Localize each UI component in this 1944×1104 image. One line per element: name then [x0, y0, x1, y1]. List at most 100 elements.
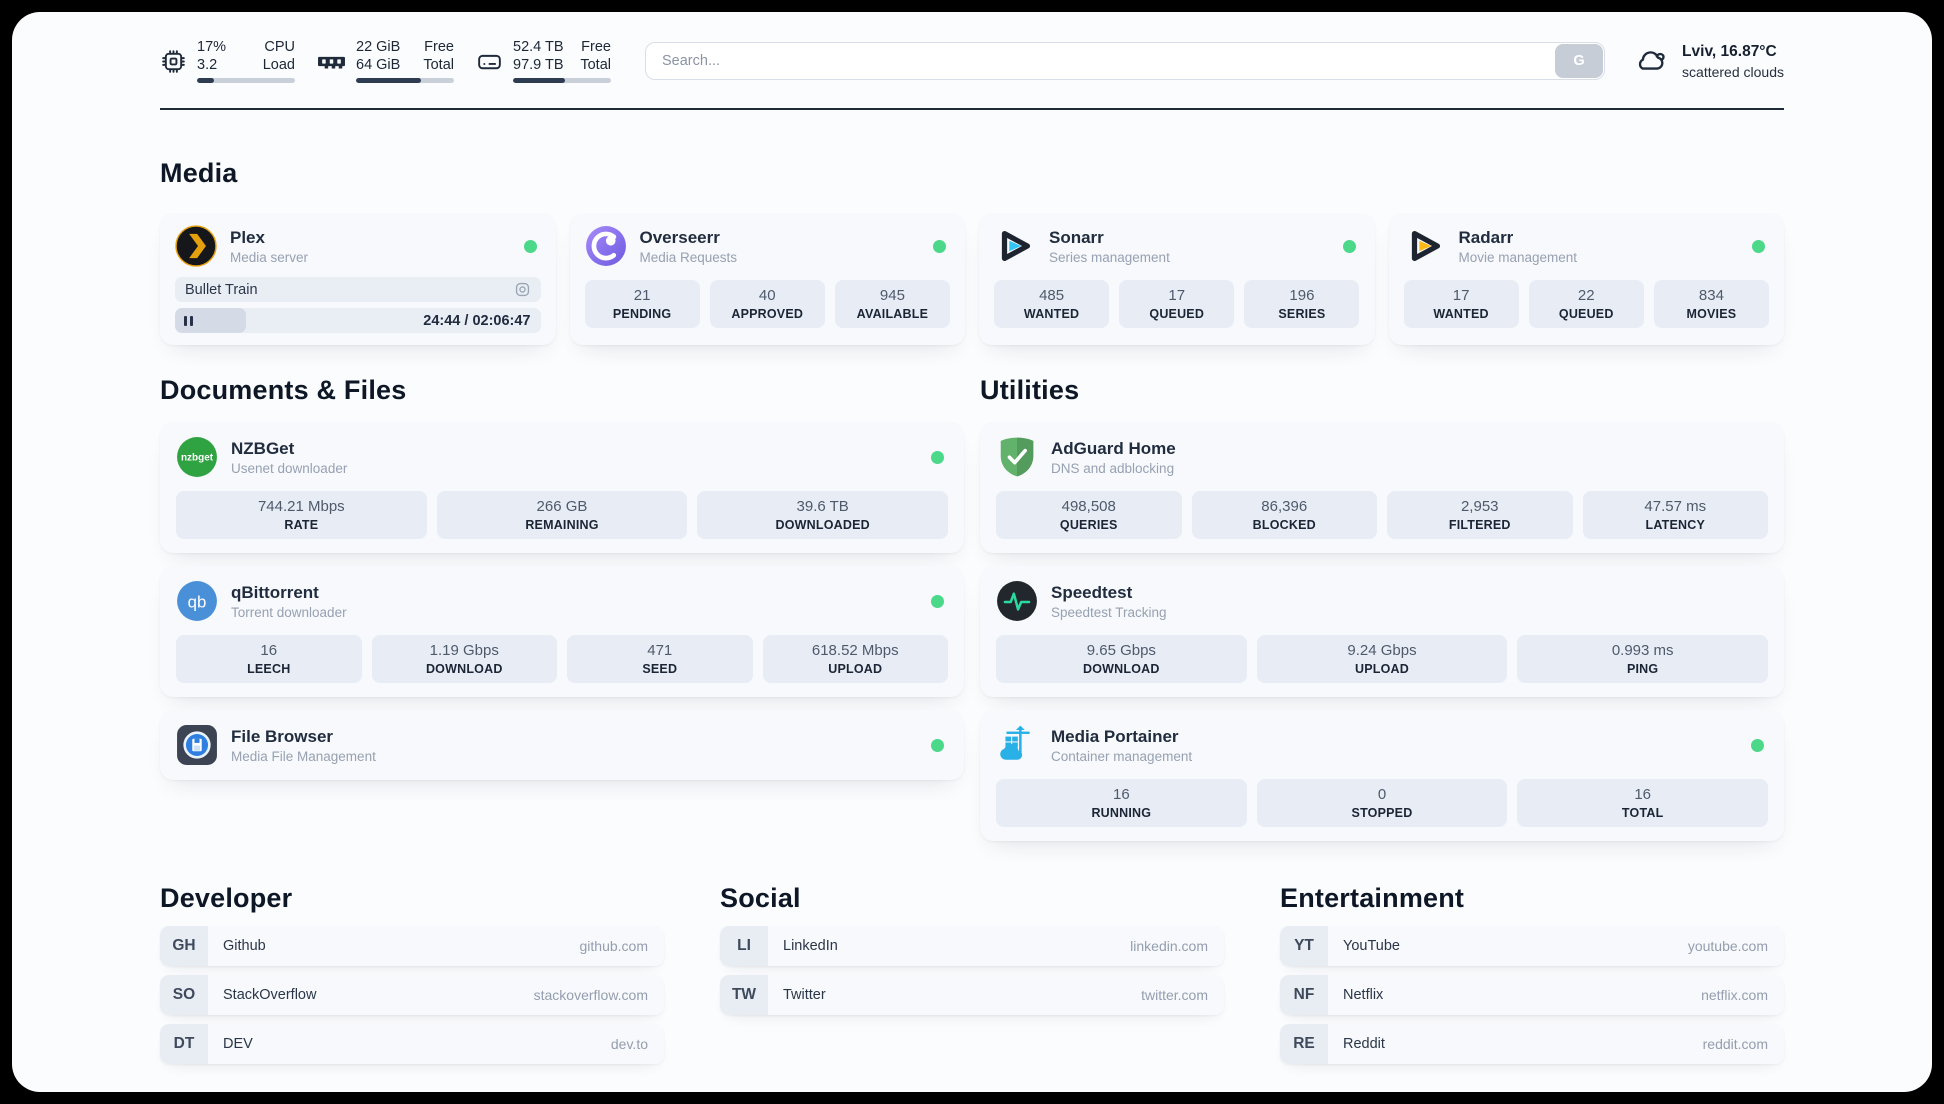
app-card-filebrowser[interactable]: File Browser Media File Management	[160, 710, 964, 780]
bookmark-domain: github.com	[579, 938, 648, 954]
portainer-icon	[996, 724, 1038, 766]
cpu-usage-value: 17%	[197, 39, 227, 55]
stat-remaining: 266 GB REMAINING	[436, 491, 688, 539]
bookmark-group-social: Social LI LinkedIn linkedin.com TW Twitt…	[720, 883, 1224, 1024]
playback-progress-bar[interactable]: 24:44 / 02:06:47	[175, 308, 541, 333]
bookmark-abbr: RE	[1280, 1024, 1328, 1064]
video-frame-icon[interactable]	[514, 281, 531, 298]
disk-widget: 52.4 TB Free 97.9 TB Total	[476, 39, 611, 83]
search-input[interactable]	[645, 42, 1606, 80]
topbar-divider	[160, 108, 1784, 110]
sonarr-icon	[994, 225, 1036, 267]
weather-widget[interactable]: Lviv, 16.87°C scattered clouds	[1633, 43, 1784, 80]
playback-time: 24:44 / 02:06:47	[423, 312, 531, 329]
app-description: Media server	[230, 250, 309, 265]
stat-available: 945 AVAILABLE	[834, 280, 950, 328]
app-card-portainer[interactable]: Media Portainer Container management 16 …	[980, 710, 1784, 841]
app-description: Torrent downloader	[231, 605, 347, 620]
stat-approved: 40 APPROVED	[709, 280, 825, 328]
bookmark-name: Github	[223, 938, 266, 954]
disk-free-label: Free	[581, 39, 611, 55]
disk-free-value: 52.4 TB	[513, 39, 564, 55]
stat-running: 16 RUNNING	[996, 779, 1247, 827]
disk-total-label: Total	[580, 56, 611, 73]
app-name: Radarr	[1458, 228, 1514, 247]
pause-icon[interactable]	[184, 315, 196, 326]
app-description: Usenet downloader	[231, 461, 348, 476]
bookmark-name: Twitter	[783, 987, 826, 1003]
app-card-nzbget[interactable]: nzbget NZBGet Usenet downloader 744.21 M…	[160, 422, 964, 553]
app-card-speedtest[interactable]: Speedtest Speedtest Tracking 9.65 Gbps D…	[980, 566, 1784, 697]
memory-progress-fill	[356, 78, 421, 83]
bookmark-domain: linkedin.com	[1130, 938, 1208, 954]
bookmark-netflix[interactable]: NF Netflix netflix.com	[1280, 975, 1784, 1015]
app-description: Movie management	[1458, 250, 1578, 265]
filebrowser-icon	[176, 724, 218, 766]
bookmark-group-entertainment: Entertainment YT YouTube youtube.com NF …	[1280, 883, 1784, 1073]
stat-queued: 22 QUEUED	[1528, 280, 1644, 328]
stat-total: 16 TOTAL	[1517, 779, 1768, 827]
bookmark-reddit[interactable]: RE Reddit reddit.com	[1280, 1024, 1784, 1064]
section-title-developer: Developer	[160, 883, 293, 913]
memory-total-value: 64 GiB	[356, 56, 401, 73]
bookmark-abbr: TW	[720, 975, 768, 1015]
stat-series: 196 SERIES	[1244, 280, 1360, 328]
app-card-plex[interactable]: Plex Media server Bullet Train 24:44 / 0…	[160, 213, 556, 345]
bookmark-abbr: LI	[720, 926, 768, 966]
bookmark-name: DEV	[223, 1036, 253, 1052]
stat-upload: 9.24 Gbps UPLOAD	[1256, 635, 1508, 683]
weather-condition: scattered clouds	[1682, 63, 1784, 80]
section-media: Media Plex Media server Bullet Train 24:…	[160, 158, 1784, 345]
bookmark-linkedin[interactable]: LI LinkedIn linkedin.com	[720, 926, 1224, 966]
app-card-radarr[interactable]: Radarr Movie management 17 WANTED 22 QUE…	[1388, 213, 1784, 345]
memory-free-value: 22 GiB	[356, 39, 401, 55]
bookmark-dev[interactable]: DT DEV dev.to	[160, 1024, 664, 1064]
bookmark-twitter[interactable]: TW Twitter twitter.com	[720, 975, 1224, 1015]
app-name: Media Portainer	[1051, 727, 1179, 746]
nzbget-icon: nzbget	[176, 436, 218, 478]
status-dot	[1751, 738, 1764, 752]
stat-leech: 16 LEECH	[176, 635, 362, 683]
bookmark-group-developer: Developer GH Github github.com SO StackO…	[160, 883, 664, 1073]
stat-download: 1.19 Gbps DOWNLOAD	[371, 635, 557, 683]
bookmark-youtube[interactable]: YT YouTube youtube.com	[1280, 926, 1784, 966]
stat-rate: 744.21 Mbps RATE	[176, 491, 427, 539]
app-name: Speedtest	[1051, 583, 1133, 602]
memory-widget: 22 GiB Free 64 GiB Total	[317, 39, 454, 83]
memory-progress-bar	[356, 78, 454, 83]
bookmark-domain: twitter.com	[1141, 987, 1208, 1003]
section-utilities: Utilities AdGuard Home DNS and adblockin…	[980, 375, 1784, 841]
app-card-adguard[interactable]: AdGuard Home DNS and adblocking 498,508 …	[980, 422, 1784, 553]
app-name: Plex	[230, 228, 265, 247]
section-title-utilities: Utilities	[980, 375, 1080, 405]
playback-elapsed-fill	[175, 308, 247, 333]
app-description: Media File Management	[231, 749, 376, 764]
top-bar: 17% CPU 3.2 Load 22 GiB Free 64 GiB Tota…	[160, 36, 1784, 86]
stat-downloaded: 39.6 TB DOWNLOADED	[697, 491, 948, 539]
status-dot	[523, 239, 537, 253]
section-title-social: Social	[720, 883, 801, 913]
speedtest-icon	[996, 580, 1038, 622]
cpu-widget: 17% CPU 3.2 Load	[160, 39, 295, 83]
search-engine-button[interactable]: G	[1555, 44, 1604, 78]
app-name: Sonarr	[1049, 228, 1104, 247]
bookmark-name: Netflix	[1343, 987, 1384, 1003]
memory-free-label: Free	[424, 39, 454, 55]
hard-drive-icon	[476, 48, 503, 75]
app-card-sonarr[interactable]: Sonarr Series management 485 WANTED 17 Q…	[979, 213, 1375, 345]
app-card-qbittorrent[interactable]: qb qBittorrent Torrent downloader 16 LEE…	[160, 566, 964, 697]
now-playing-title: Bullet Train	[185, 281, 258, 298]
bookmark-name: Reddit	[1343, 1036, 1385, 1052]
bookmark-abbr: NF	[1280, 975, 1328, 1015]
app-card-overseerr[interactable]: Overseerr Media Requests 21 PENDING 40 A…	[569, 213, 965, 345]
stat-seed: 471 SEED	[567, 635, 753, 683]
bookmark-github[interactable]: GH Github github.com	[160, 926, 664, 966]
cpu-load-value: 3.2	[197, 56, 218, 73]
stat-queries: 498,508 QUERIES	[996, 491, 1182, 539]
app-description: Container management	[1051, 749, 1193, 764]
stat-ping: 0.993 ms PING	[1517, 635, 1768, 683]
app-description: Speedtest Tracking	[1051, 605, 1167, 620]
cpu-progress-fill	[197, 78, 214, 83]
bookmark-stackoverflow[interactable]: SO StackOverflow stackoverflow.com	[160, 975, 664, 1015]
svg-text:nzbget: nzbget	[181, 453, 214, 464]
